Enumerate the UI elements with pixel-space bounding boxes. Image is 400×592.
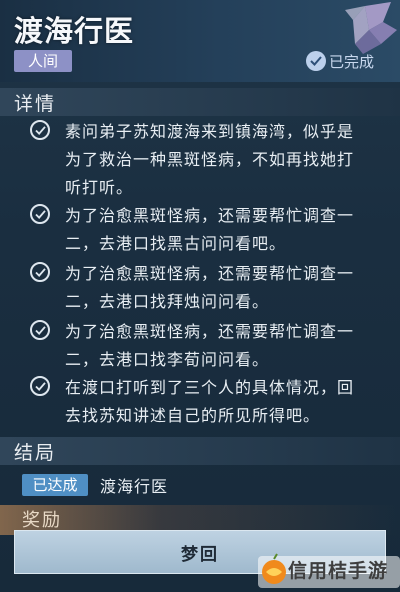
check-icon bbox=[30, 120, 50, 140]
check-icon bbox=[30, 262, 50, 282]
achieved-tag: 已达成 bbox=[22, 474, 88, 496]
details-title: 详情 bbox=[14, 93, 57, 115]
detail-text: 素问弟子苏知渡海来到镇海湾，似乎是 为了救治一种黑斑怪病，不如再找她打 听打听。 bbox=[65, 122, 355, 197]
detail-text: 在渡口打听到了三个人的具体情况，回 去找苏知讲述自己的所见所得吧。 bbox=[65, 378, 355, 425]
detail-text: 为了治愈黑斑怪病，还需要帮忙调查一 二，去港口找拜烛问问看。 bbox=[65, 264, 355, 311]
completion-status: 已完成 bbox=[306, 50, 374, 72]
ending-name: 渡海行医 bbox=[100, 477, 169, 496]
check-icon bbox=[30, 204, 50, 224]
realm-tag: 人间 bbox=[14, 50, 72, 72]
detail-text: 为了治愈黑斑怪病，还需要帮忙调查一 二，去港口找李荀问问看。 bbox=[65, 322, 355, 369]
watermark-text: 信用桔手游 bbox=[288, 560, 389, 582]
status-text: 已完成 bbox=[329, 52, 375, 71]
ending-section-bar bbox=[0, 437, 400, 465]
details-section-bar bbox=[0, 88, 400, 116]
ending-title: 结局 bbox=[14, 442, 57, 464]
quest-title: 渡海行医 bbox=[14, 14, 135, 48]
detail-text: 为了治愈黑斑怪病，还需要帮忙调查一 二，去港口找黑古问问看吧。 bbox=[65, 206, 355, 253]
check-icon bbox=[30, 376, 50, 396]
check-icon bbox=[30, 320, 50, 340]
reward-title: 奖励 bbox=[22, 510, 62, 531]
completed-check-icon bbox=[306, 51, 326, 71]
